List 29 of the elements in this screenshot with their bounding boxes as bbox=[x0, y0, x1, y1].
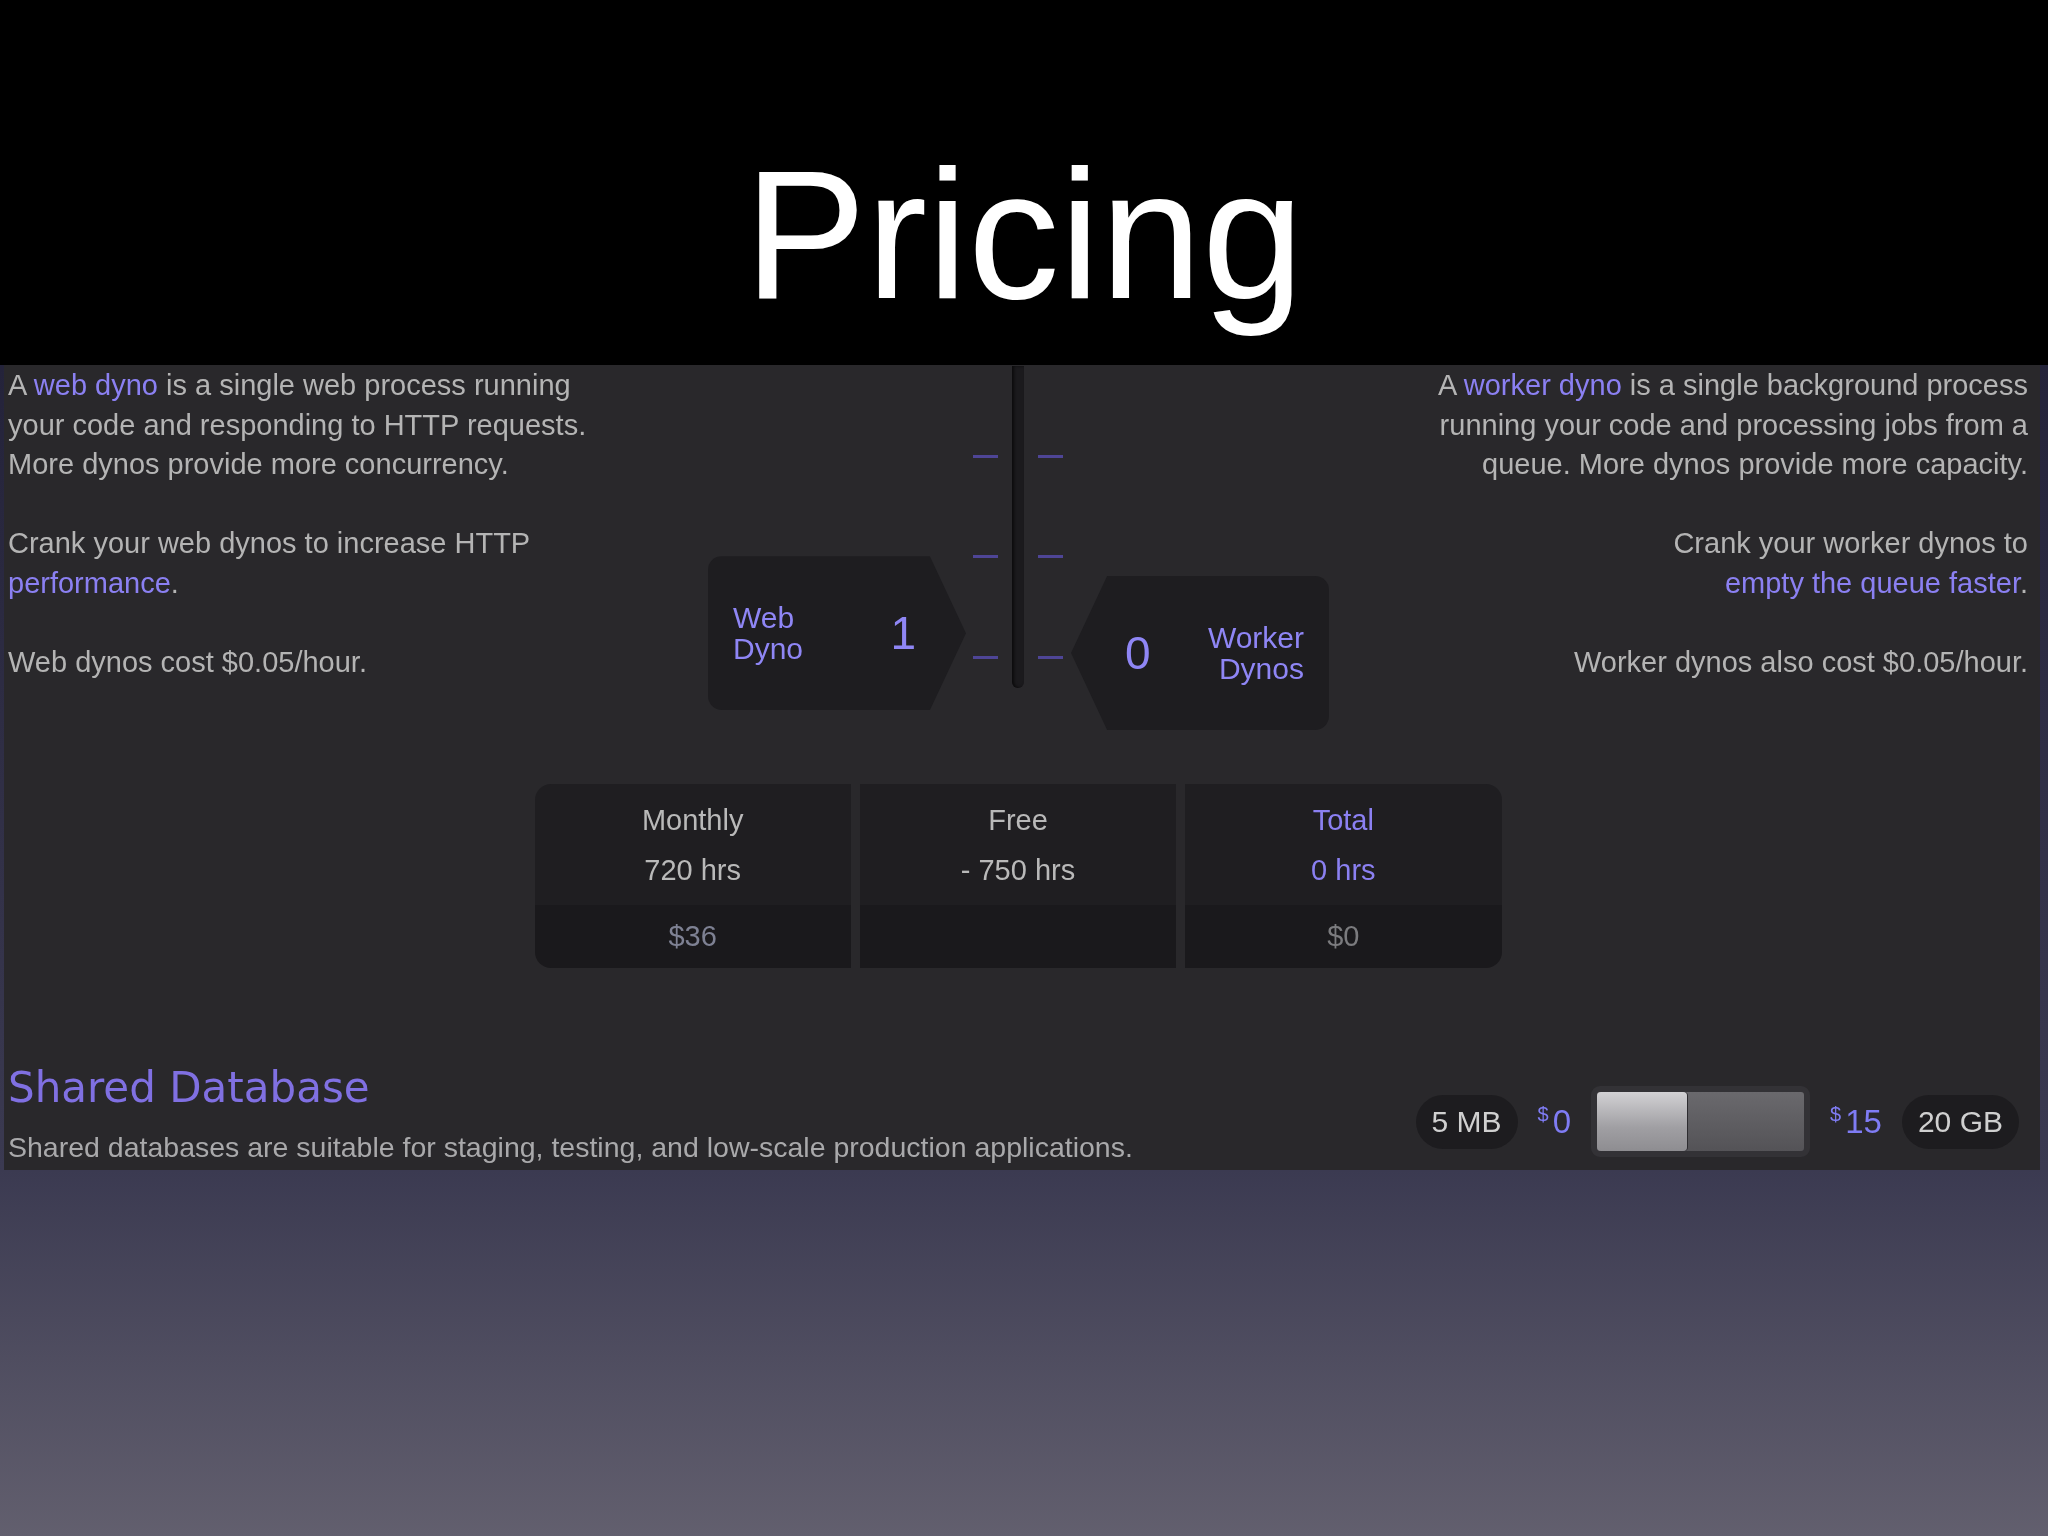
hours-value: 0 hrs bbox=[1310, 853, 1377, 888]
worker-dyno-handle[interactable]: 0 Worker Dynos bbox=[1071, 576, 1329, 731]
description-text: Worker dynos also cost $0.05/hour. bbox=[1572, 644, 2028, 680]
description-text: Shared databases are suitable for staging, testing, and low-scale production applications. bbox=[8, 1130, 1133, 1164]
column-label: Total bbox=[1311, 803, 1375, 838]
section-heading: Shared Database bbox=[8, 1063, 371, 1113]
text-link[interactable]: empty the queue faster bbox=[1724, 566, 2020, 599]
description-text: Crank your web dynos to increase HTTP performance. bbox=[8, 526, 531, 601]
slider-track[interactable] bbox=[1591, 1086, 1811, 1157]
description-text: Crank your worker dynos to empty the queue faster. bbox=[1672, 526, 2028, 601]
price-label: $^{$}$0 bbox=[1537, 1102, 1572, 1141]
text-link[interactable]: performance bbox=[8, 566, 171, 599]
description-text: A web dyno is a single web process running your code and responding to HTTP requests. More dynos provide more concurrency. bbox=[8, 368, 588, 482]
table-cell: $0 bbox=[1185, 905, 1502, 968]
slider-thumb[interactable] bbox=[1597, 1092, 1688, 1151]
hours-value: 720 hrs bbox=[643, 853, 743, 888]
size-tag: 5 MB bbox=[1415, 1094, 1518, 1149]
price-label: $^{$}$15 bbox=[1830, 1102, 1882, 1141]
text-link[interactable]: web dyno bbox=[33, 369, 158, 401]
table-cell: $36 bbox=[534, 905, 851, 968]
web-dyno-handle[interactable]: Web Dyno 1 bbox=[708, 556, 966, 711]
column-label: Monthly bbox=[640, 803, 745, 838]
size-tag: 20 GB bbox=[1901, 1094, 2019, 1149]
text-link[interactable]: worker dyno bbox=[1463, 369, 1622, 401]
column-label: Free bbox=[987, 803, 1049, 838]
description-text: A worker dyno is a single background process running your code and processing jobs from a queue. More dynos provide more capacity. bbox=[1437, 368, 2028, 482]
slide-title: Pricing bbox=[743, 131, 1305, 339]
hours-value: - 750 hrs bbox=[959, 853, 1077, 888]
description-text: Web dynos cost $0.05/hour. bbox=[8, 644, 368, 680]
